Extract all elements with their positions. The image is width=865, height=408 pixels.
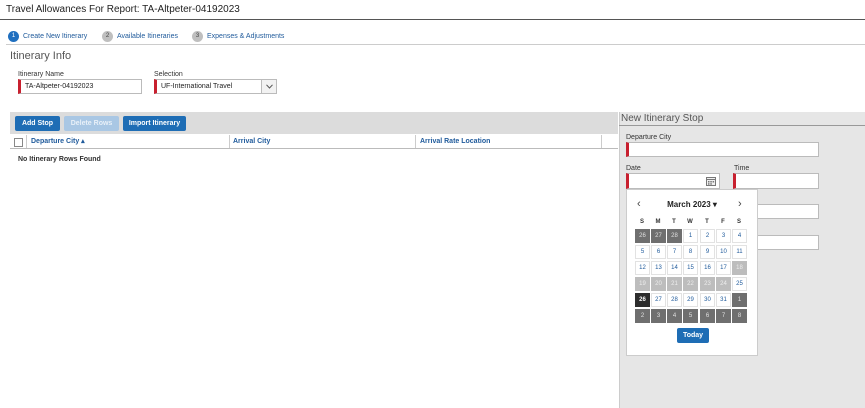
step-number: 1 — [8, 30, 19, 42]
weekday-label: T — [705, 219, 709, 225]
calendar-day[interactable]: 27 — [651, 229, 666, 243]
empty-grid-message: No Itinerary Rows Found — [18, 156, 101, 163]
column-divider — [415, 135, 416, 148]
calendar-day: 22 — [683, 277, 698, 291]
weekday-label: S — [639, 219, 644, 225]
step-label: Available Itineraries — [117, 32, 178, 40]
column-divider — [26, 135, 27, 148]
steps-divider — [6, 44, 865, 45]
calendar-day[interactable]: 5 — [683, 309, 698, 323]
step-create-new-itinerary[interactable]: 1 Create New Itinerary — [8, 30, 87, 42]
delete-rows-button[interactable]: Delete Rows — [64, 116, 119, 131]
weekday-label: W — [687, 219, 693, 225]
calendar-day[interactable]: 27 — [651, 293, 666, 307]
calendar-day[interactable]: 1 — [732, 293, 747, 307]
date-picker-popup: ‹ March 2023 ▾ › SMTWTFS 26 27 28 1 2 3 4 5 6 7 8 9… — [626, 189, 758, 356]
step-expenses-adjustments[interactable]: 3 Expenses & Adjustments — [192, 30, 284, 42]
weekday-label: S — [736, 219, 741, 225]
weekday-label: F — [721, 219, 725, 225]
itinerary-grid-header: Departure City ▴ Arrival City Arrival Ra… — [10, 135, 618, 149]
calendar-day: 19 — [635, 277, 650, 291]
date-label: Date — [626, 165, 641, 172]
calendar-day: 23 — [700, 277, 715, 291]
step-number: 3 — [192, 30, 203, 42]
time-input[interactable] — [733, 173, 819, 189]
selection-dropdown[interactable]: UF-International Travel — [154, 79, 277, 94]
calendar-day: 18 — [732, 261, 747, 275]
column-divider — [601, 135, 602, 148]
calendar-day[interactable]: 6 — [651, 245, 666, 259]
calendar-day[interactable]: 7 — [667, 245, 682, 259]
column-divider — [229, 135, 230, 148]
calendar-day-selected[interactable]: 26 — [635, 293, 650, 307]
calendar-day[interactable]: 6 — [700, 309, 715, 323]
column-arrival-rate-location[interactable]: Arrival Rate Location — [420, 135, 490, 148]
calendar-day[interactable]: 26 — [635, 229, 650, 243]
selection-label: Selection — [154, 71, 183, 78]
calendar-day[interactable]: 25 — [732, 277, 747, 291]
column-arrival-city[interactable]: Arrival City — [233, 135, 270, 148]
step-available-itineraries[interactable]: 2 Available Itineraries — [102, 30, 178, 42]
step-number: 2 — [102, 30, 113, 42]
calendar-day[interactable]: 29 — [683, 293, 698, 307]
chevron-down-icon — [261, 80, 276, 93]
step-label: Expenses & Adjustments — [207, 32, 285, 40]
calendar-day[interactable]: 30 — [700, 293, 715, 307]
hidden-field-2[interactable] — [757, 235, 819, 250]
calendar-day: 21 — [667, 277, 682, 291]
itinerary-name-label: Itinerary Name — [18, 71, 64, 78]
calendar-day[interactable]: 7 — [716, 309, 731, 323]
calendar-day: 24 — [716, 277, 731, 291]
calendar-day[interactable]: 28 — [667, 229, 682, 243]
itinerary-toolbar: Add Stop Delete Rows Import Itinerary — [10, 112, 618, 134]
calendar-day: 20 — [651, 277, 666, 291]
column-departure-city[interactable]: Departure City ▴ — [31, 135, 85, 148]
calendar-day[interactable]: 3 — [716, 229, 731, 243]
import-itinerary-button[interactable]: Import Itinerary — [123, 116, 186, 131]
calendar-day[interactable]: 13 — [651, 261, 666, 275]
panel-divider — [619, 125, 865, 126]
calendar-day[interactable]: 28 — [667, 293, 682, 307]
itinerary-name-input[interactable]: TA-Altpeter-04192023 — [18, 79, 142, 94]
step-label: Create New Itinerary — [23, 32, 88, 40]
section-title: Itinerary Info — [10, 50, 72, 62]
calendar-day[interactable]: 16 — [700, 261, 715, 275]
next-month-icon[interactable]: › — [738, 198, 742, 210]
calendar-day[interactable]: 10 — [716, 245, 731, 259]
calendar-day[interactable]: 8 — [732, 309, 747, 323]
panel-title: New Itinerary Stop — [621, 113, 704, 124]
weekday-label: M — [655, 219, 661, 225]
weekday-label: T — [672, 219, 676, 225]
calendar-day[interactable]: 2 — [635, 309, 650, 323]
hidden-field-1[interactable] — [757, 204, 819, 219]
add-stop-button[interactable]: Add Stop — [15, 116, 60, 131]
departure-city-input[interactable] — [626, 142, 819, 157]
calendar-day[interactable]: 14 — [667, 261, 682, 275]
calendar-day[interactable]: 8 — [683, 245, 698, 259]
calendar-day[interactable]: 5 — [635, 245, 650, 259]
date-input[interactable] — [626, 173, 720, 189]
calendar-day[interactable]: 17 — [716, 261, 731, 275]
calendar-day[interactable]: 4 — [732, 229, 747, 243]
today-button[interactable]: Today — [677, 328, 709, 343]
calendar-day[interactable]: 31 — [716, 293, 731, 307]
calendar-day[interactable]: 3 — [651, 309, 666, 323]
selection-value: UF-International Travel — [161, 83, 233, 90]
calendar-day[interactable]: 12 — [635, 261, 650, 275]
time-label: Time — [734, 165, 750, 172]
calendar-day[interactable]: 1 — [683, 229, 698, 243]
page-title: Travel Allowances For Report: TA-Altpete… — [6, 4, 240, 15]
calendar-day[interactable]: 2 — [700, 229, 715, 243]
calendar-day[interactable]: 11 — [732, 245, 747, 259]
calendar-day[interactable]: 4 — [667, 309, 682, 323]
title-divider — [0, 19, 865, 20]
departure-city-label: Departure City — [626, 134, 672, 141]
calendar-day[interactable]: 15 — [683, 261, 698, 275]
calendar-icon[interactable] — [705, 175, 717, 187]
select-all-checkbox[interactable] — [14, 138, 23, 147]
calendar-day[interactable]: 9 — [700, 245, 715, 259]
